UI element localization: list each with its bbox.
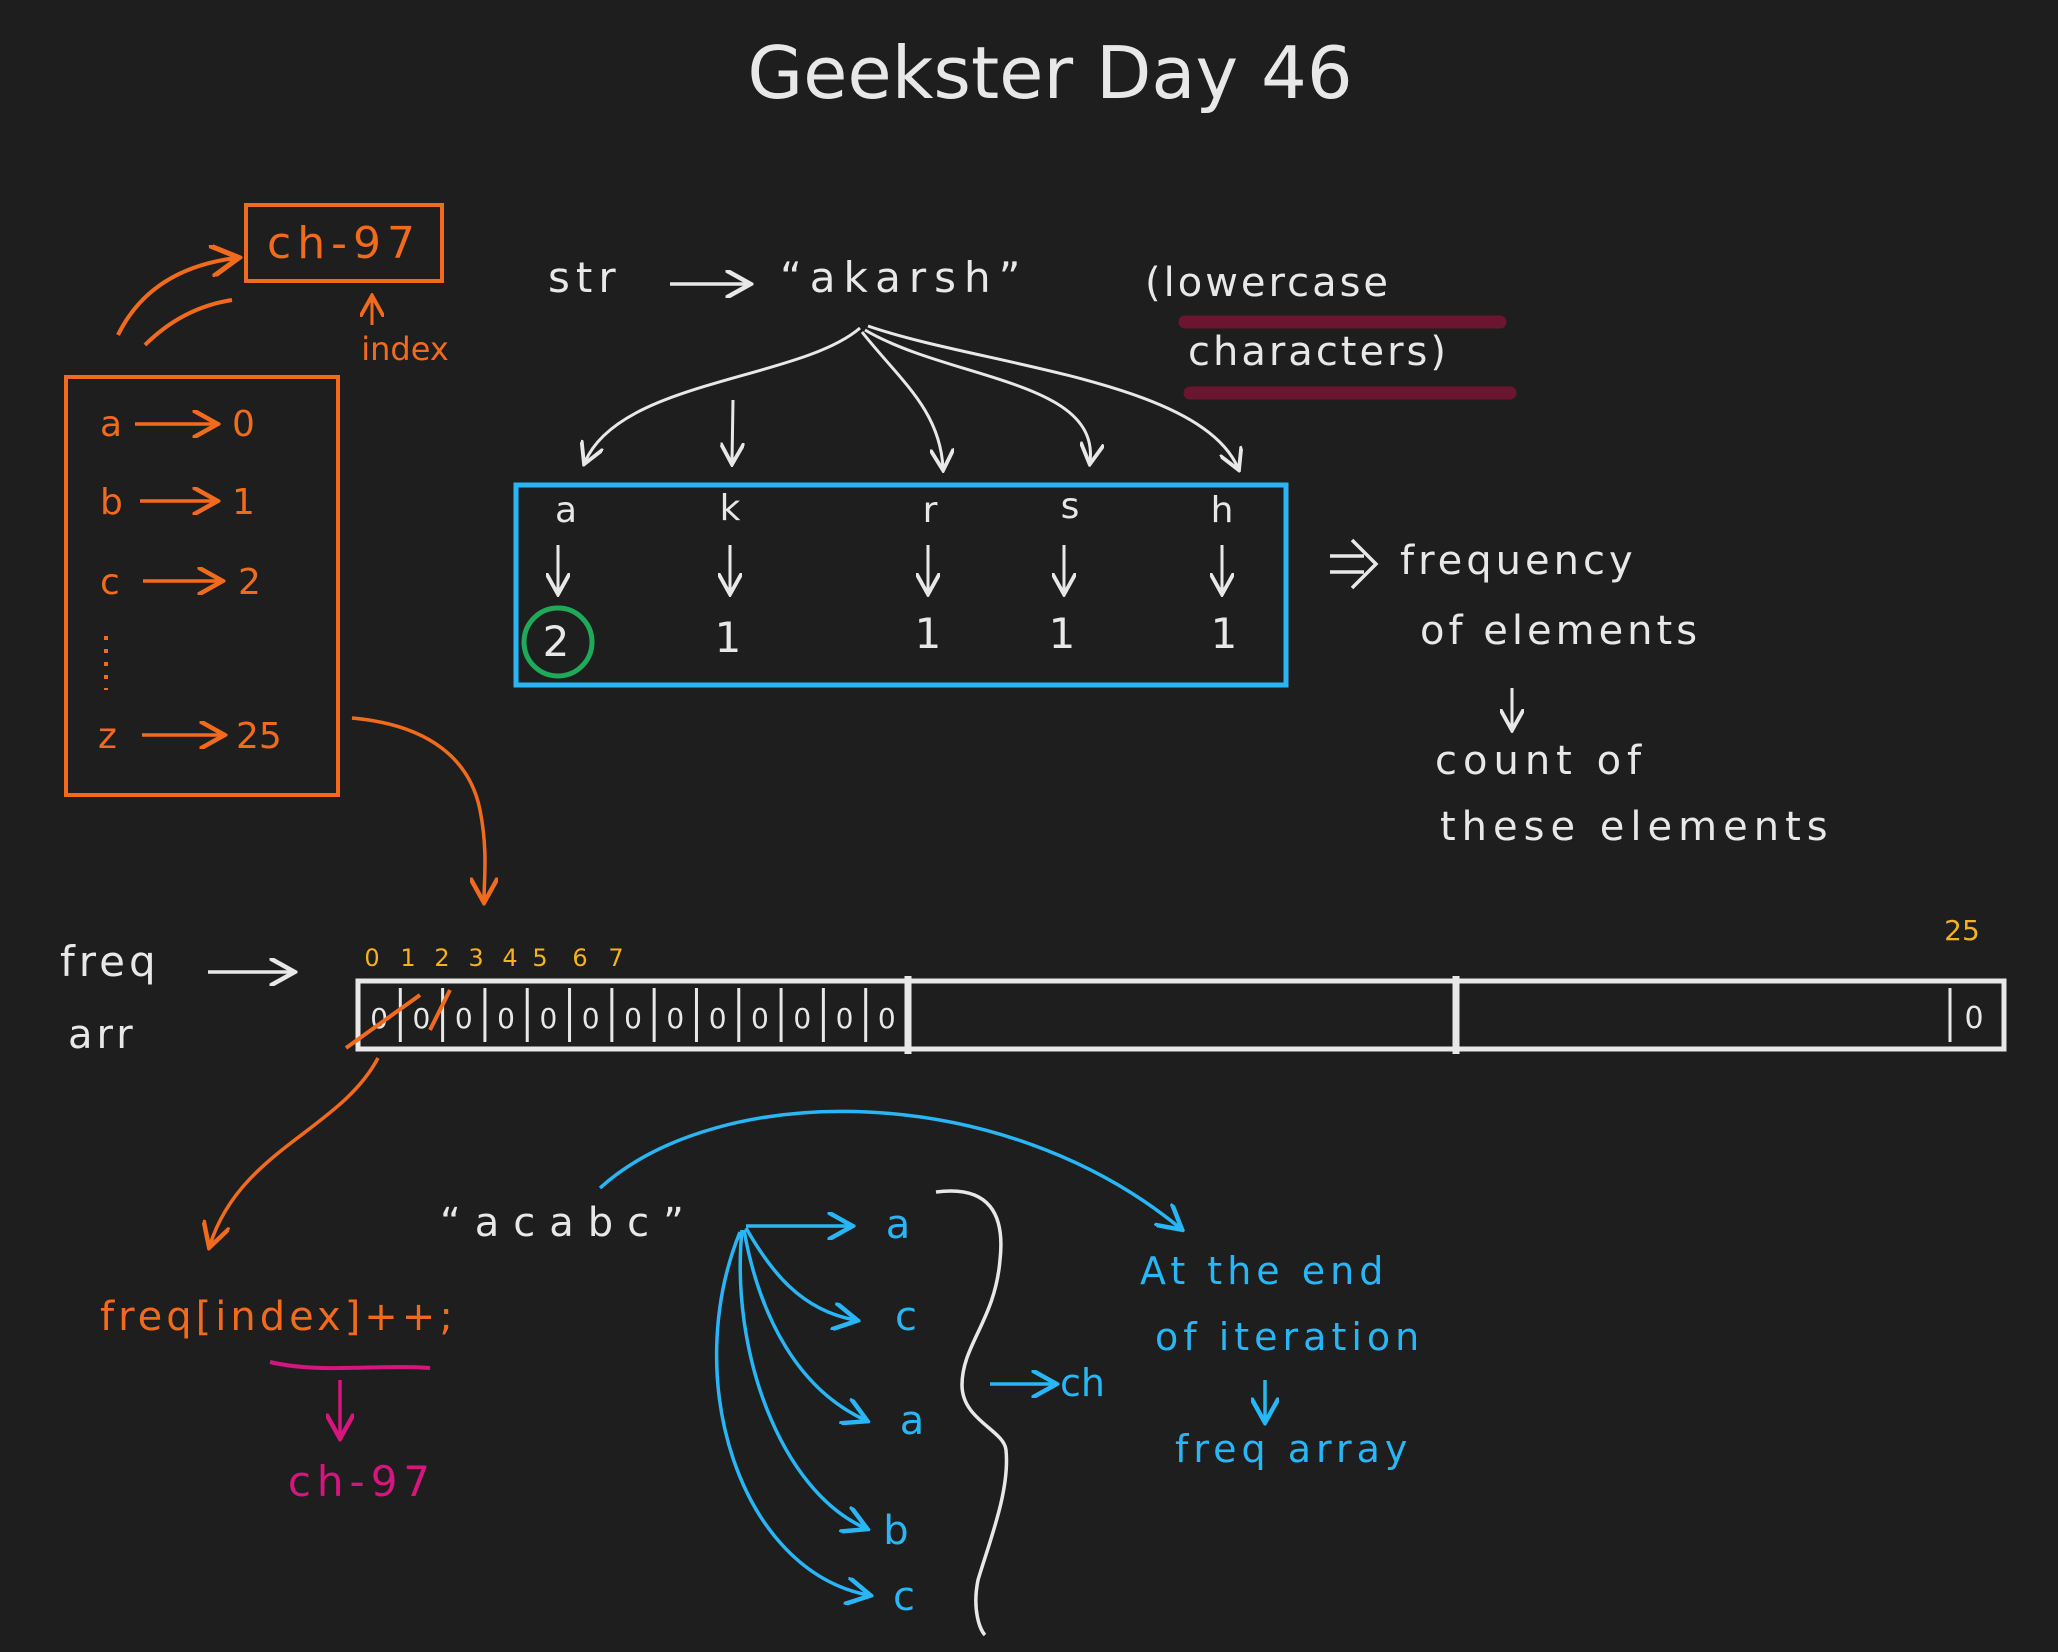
formula-text: ch-97: [267, 218, 421, 269]
array-cell-value: 0: [413, 1002, 431, 1035]
char-index-mapping: ch-97 index a 0 b 1 c 2 z 25: [64, 203, 485, 900]
ch-label: ch: [1060, 1361, 1105, 1405]
array-index: 5: [532, 944, 547, 972]
str-label: str: [548, 253, 622, 302]
array-index: 7: [608, 944, 623, 972]
strike-mark: [428, 989, 452, 1031]
iteration-example: “acabc” a c a b c ch At the end of itera…: [440, 1109, 1424, 1637]
branch-arrow: [860, 331, 943, 468]
increment-statement: freq[index]++;: [100, 1294, 457, 1340]
array-cell-value: 0: [582, 1002, 600, 1035]
index-underline: [269, 1360, 431, 1371]
array-cell-value: 0: [793, 1002, 811, 1035]
mapping-index: 25: [236, 716, 282, 757]
freq-box-count: 1: [1049, 609, 1076, 658]
freq-array-frame: [355, 978, 2007, 1052]
mapping-index: 0: [232, 404, 255, 445]
array-cell-value: 0: [836, 1002, 854, 1035]
iteration-char: a: [886, 1202, 911, 1248]
array-index: 1: [400, 944, 415, 972]
array-index: 4: [502, 944, 517, 972]
freq-box-char: k: [720, 488, 741, 529]
mapping-char: b: [100, 482, 123, 523]
iteration-char: c: [895, 1294, 917, 1340]
array-cell-value: 0: [539, 1002, 557, 1035]
frequency-box: [513, 482, 1289, 688]
array-cell-value: 0: [751, 1002, 769, 1035]
array-cell-value: 0: [624, 1002, 642, 1035]
freq-box-count: 1: [715, 613, 742, 662]
freq-box-char: a: [555, 490, 577, 531]
curly-brace: [935, 1189, 1009, 1637]
freq-box-count: 2: [543, 617, 570, 666]
end-note-line1: At the end: [1140, 1249, 1388, 1293]
array-cell-value: 0: [709, 1002, 727, 1035]
frequency-note-line3: count of: [1435, 738, 1647, 784]
branch-arrow: [864, 328, 1090, 462]
branch-arrow: [867, 324, 1238, 468]
array-index: 3: [468, 944, 483, 972]
array-cell-value: 0: [878, 1002, 896, 1035]
iteration-arrow: [738, 1229, 865, 1528]
branch-arrow: [732, 399, 733, 462]
mapping-char: z: [98, 716, 117, 757]
mapping-to-array-arrow: [351, 716, 485, 900]
array-last-index: 25: [1944, 914, 1980, 947]
index-label: index: [361, 330, 449, 368]
array-cell-value: 0: [666, 1002, 684, 1035]
iteration-arrow: [744, 1227, 855, 1320]
frequency-note-line2: of elements: [1420, 608, 1701, 654]
cell-to-code-arrow: [210, 1057, 380, 1245]
array-index: 6: [572, 944, 587, 972]
frequency-note-line4: these elements: [1440, 804, 1834, 850]
array-cell-value: 0: [497, 1002, 515, 1035]
freq-box-char: s: [1061, 486, 1080, 527]
freq-box-count: 1: [1211, 609, 1238, 658]
implies-arrow: [1330, 538, 1379, 590]
end-note-line3: freq array: [1175, 1427, 1412, 1471]
increment-formula: ch-97: [288, 1457, 436, 1506]
frequency-note: frequency of elements count of these ele…: [1330, 538, 1834, 850]
freq-array-label: freq: [60, 937, 160, 986]
increment-code: freq[index]++; ch-97: [100, 1294, 457, 1506]
string-example: str “akarsh” (lowercase characters) a k …: [513, 253, 1517, 688]
end-note-line2: of iteration: [1155, 1315, 1424, 1359]
mapping-index: 2: [238, 562, 261, 603]
iteration-char: c: [893, 1574, 915, 1620]
iteration-char: a: [900, 1398, 925, 1444]
page-title: Geekster Day 46: [747, 31, 1352, 115]
freq-box-char: h: [1211, 490, 1234, 531]
formula-arrow-tail: [143, 298, 233, 347]
frequency-note-line1: frequency: [1400, 538, 1637, 584]
whiteboard-canvas: Geekster Day 46 ch-97 index a 0 b 1 c 2 …: [60, 31, 2007, 1637]
array-last-cell: 0: [1964, 1001, 1983, 1036]
array-index: 2: [434, 944, 449, 972]
mapping-index: 1: [232, 482, 255, 523]
array-index: 0: [364, 944, 379, 972]
branch-arrow: [585, 326, 861, 462]
arr-label: arr: [68, 1012, 137, 1058]
str-value: “akarsh”: [780, 253, 1028, 302]
characters-note: characters): [1188, 329, 1449, 375]
mapping-char: c: [100, 562, 120, 603]
iteration-string: “acabc”: [440, 1200, 698, 1246]
freq-box-char: r: [923, 490, 938, 531]
formula-arrow: [116, 258, 236, 336]
freq-box-count: 1: [915, 609, 942, 658]
mapping-char: a: [100, 404, 122, 445]
lowercase-note: (lowercase: [1145, 260, 1391, 306]
freq-array: freq arr 0 1 2 3 4 5 6 7 25 000000000000…: [60, 914, 2007, 1245]
array-cell-value: 0: [455, 1002, 473, 1035]
iteration-char: b: [883, 1508, 908, 1554]
